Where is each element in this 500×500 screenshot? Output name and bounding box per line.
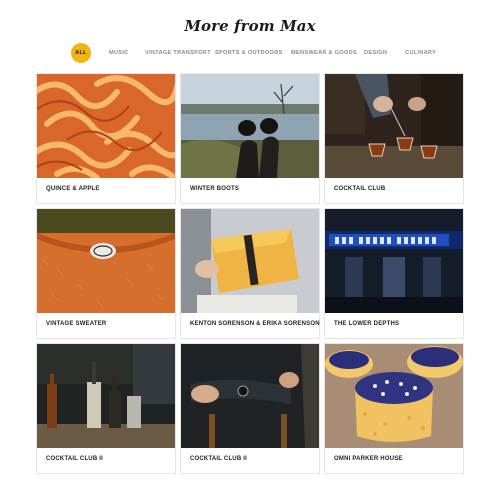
story-card-title: Vintage Sweater	[46, 321, 107, 327]
filter-tab-sports-outdoors[interactable]: Sports & Outdoors	[215, 44, 283, 62]
story-card-title: Winter Boots	[190, 186, 240, 192]
neon-sign-photo	[325, 209, 463, 313]
page-title: More from Max	[184, 17, 316, 35]
story-card-title: Cocktail Club II	[190, 456, 247, 462]
story-card-quince-apple[interactable]: Quince & Apple	[36, 73, 176, 204]
blueberry-pastries-photo	[325, 344, 463, 448]
category-filter-nav: All Music Vintage Transport Sports & Out…	[0, 43, 500, 63]
filter-tab-culinary[interactable]: Culinary	[405, 44, 436, 62]
filter-tab-all[interactable]: All	[71, 43, 91, 63]
story-card-title: Cocktail Club II	[46, 456, 103, 462]
leather-clutch-photo	[181, 209, 319, 313]
orange-peel-photo	[37, 74, 175, 178]
filter-tab-vintage-transport[interactable]: Vintage Transport	[145, 44, 211, 62]
sweater-label-photo	[37, 209, 175, 313]
filter-tab-design[interactable]: Design	[364, 44, 387, 62]
filter-tab-menswear-goods[interactable]: Menswear & Goods	[291, 44, 357, 62]
cocktail-pouring-photo	[325, 74, 463, 178]
story-card-title: Omni Parker House	[334, 456, 403, 462]
story-card-title: Cocktail Club	[334, 186, 386, 192]
boots-lake-photo	[181, 74, 319, 178]
story-card-winter-boots[interactable]: Winter Boots	[180, 73, 320, 204]
story-card-cocktail-club[interactable]: Cocktail Club	[324, 73, 464, 204]
story-card-kenton-erika-sorenson[interactable]: Kenton Sorenson & Erika Sorenson	[180, 208, 320, 339]
man-with-watch-photo	[181, 344, 319, 448]
story-card-the-lower-depths[interactable]: The Lower Depths	[324, 208, 464, 339]
story-card-title: The Lower Depths	[334, 321, 400, 327]
story-card-vintage-sweater[interactable]: Vintage Sweater	[36, 208, 176, 339]
bar-bottles-photo	[37, 344, 175, 448]
story-card-title: Kenton Sorenson & Erika Sorenson	[190, 321, 320, 327]
story-card-cocktail-club-ii-man[interactable]: Cocktail Club II	[180, 343, 320, 474]
story-card-title: Quince & Apple	[46, 186, 100, 192]
story-card-omni-parker-house[interactable]: Omni Parker House	[324, 343, 464, 474]
filter-tab-music[interactable]: Music	[109, 44, 129, 62]
story-card-cocktail-club-ii-bottles[interactable]: Cocktail Club II	[36, 343, 176, 474]
